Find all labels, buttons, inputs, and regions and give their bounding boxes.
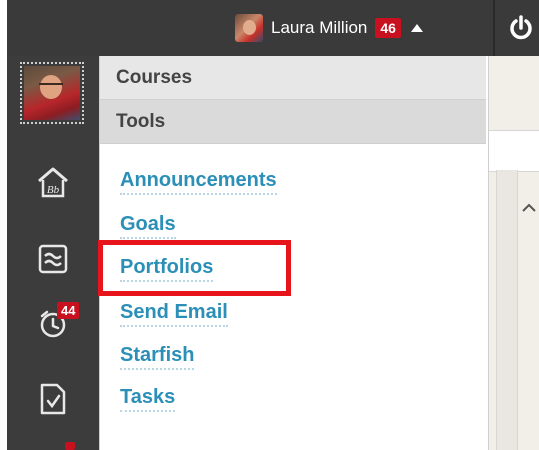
header-divider xyxy=(493,0,495,56)
rail-item-calendar[interactable]: 44 xyxy=(7,296,99,352)
menu-section-courses[interactable]: Courses xyxy=(100,56,486,100)
rail-badge-partial xyxy=(65,442,75,450)
caret-up-icon xyxy=(410,24,423,32)
user-menu-toggle[interactable]: Laura Million 46 xyxy=(235,10,423,46)
profile-avatar xyxy=(24,66,80,120)
rail-item-home[interactable]: Bb xyxy=(7,154,99,210)
home-icon: Bb xyxy=(38,167,68,198)
stream-icon xyxy=(38,244,68,274)
rail-item-grades[interactable] xyxy=(7,371,99,427)
tool-link-goals[interactable]: Goals xyxy=(120,212,176,239)
left-icon-rail: Bb 44 xyxy=(7,56,99,450)
menu-section-tools[interactable]: Tools xyxy=(100,100,486,144)
user-name: Laura Million xyxy=(271,18,368,37)
user-avatar-small xyxy=(235,14,263,42)
power-icon xyxy=(510,15,532,40)
profile-picture-button[interactable] xyxy=(20,62,84,124)
grades-icon xyxy=(40,383,66,415)
chevron-up-icon[interactable] xyxy=(522,203,536,213)
notification-badge: 46 xyxy=(375,18,401,38)
svg-text:Bb: Bb xyxy=(47,184,60,196)
tool-link-announcements[interactable]: Announcements xyxy=(120,168,277,195)
calendar-badge: 44 xyxy=(57,302,80,319)
tool-link-tasks[interactable]: Tasks xyxy=(120,385,176,412)
content-scroll-track[interactable] xyxy=(496,170,518,450)
tool-link-starfish[interactable]: Starfish xyxy=(120,343,195,370)
highlight-annotation xyxy=(98,240,291,296)
content-header-strip xyxy=(488,130,539,172)
tool-link-send-email[interactable]: Send Email xyxy=(120,300,228,327)
rail-item-stream[interactable] xyxy=(7,231,99,287)
global-nav-bar: Laura Million 46 xyxy=(7,0,539,57)
logout-button[interactable] xyxy=(501,8,539,48)
